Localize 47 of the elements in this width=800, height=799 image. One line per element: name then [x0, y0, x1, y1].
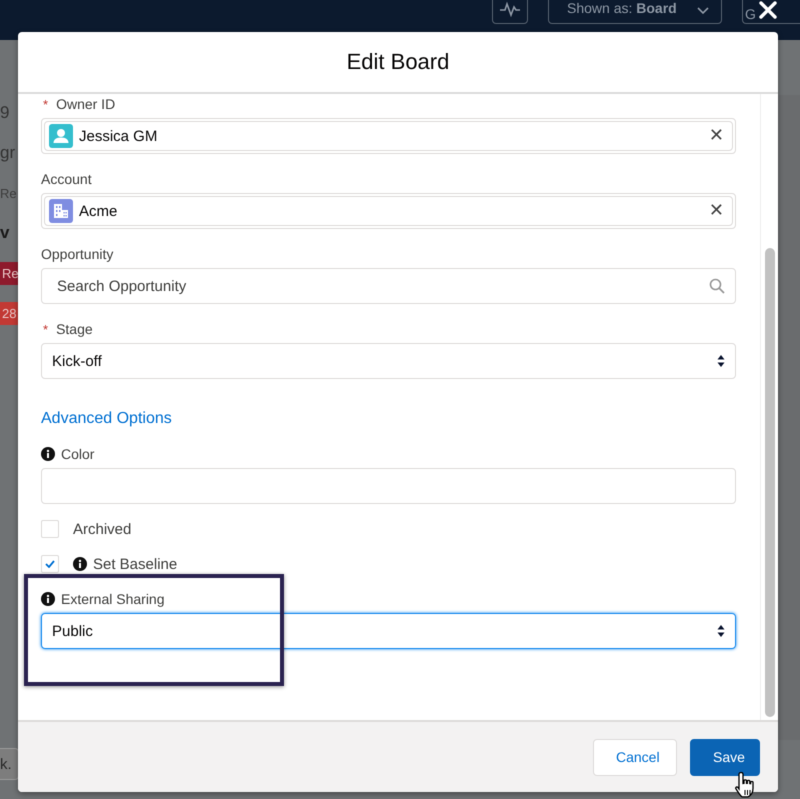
- field-label: Opportunity: [41, 246, 114, 262]
- selected-record: Acme: [79, 202, 118, 220]
- info-icon[interactable]: [41, 447, 55, 461]
- color-field[interactable]: [41, 468, 736, 504]
- building-icon: [49, 199, 73, 223]
- cancel-button[interactable]: Cancel: [593, 738, 677, 776]
- search-icon: [709, 278, 725, 294]
- field-label: Account: [41, 171, 92, 187]
- clear-button[interactable]: ✕: [706, 201, 726, 221]
- board-text: gr: [0, 142, 16, 164]
- select-field[interactable]: Kick-off: [41, 343, 736, 379]
- clear-button[interactable]: ✕: [706, 126, 726, 146]
- field-label: Owner ID: [56, 96, 116, 112]
- checkbox[interactable]: [41, 520, 59, 538]
- card-title: v: [0, 222, 10, 244]
- checkbox[interactable]: [41, 555, 59, 573]
- required-asterisk: *: [43, 96, 48, 112]
- chevron-down-icon: [697, 7, 709, 15]
- checkbox-label: Archived: [73, 520, 132, 538]
- field-label: Stage: [56, 321, 93, 337]
- sort-arrows-icon: [717, 624, 725, 638]
- group-button[interactable]: G: [742, 0, 800, 24]
- checkbox-label: Set Baseline: [93, 556, 178, 572]
- status-badge: 28: [0, 302, 20, 324]
- close-icon[interactable]: [758, 0, 778, 20]
- save-button[interactable]: Save: [690, 738, 760, 776]
- lookup-field[interactable]: Acme ✕: [41, 193, 736, 229]
- sort-arrows-icon: [717, 354, 725, 368]
- field-label: Color: [61, 446, 94, 462]
- scrollbar-thumb[interactable]: [764, 248, 774, 717]
- modal-title: Edit Board: [346, 49, 450, 75]
- search-field[interactable]: Search Opportunity: [41, 268, 736, 304]
- activity-button[interactable]: [492, 0, 528, 24]
- board-label: Re: [0, 184, 18, 202]
- info-icon[interactable]: [73, 557, 87, 571]
- lookup-field[interactable]: Jessica GM ✕: [41, 118, 736, 154]
- pulse-icon: [499, 1, 521, 17]
- board-text: 9: [0, 102, 10, 124]
- selected-record: Jessica GM: [79, 128, 158, 144]
- info-icon[interactable]: [41, 592, 55, 606]
- checkmark-icon: [45, 560, 55, 568]
- required-asterisk: *: [43, 322, 48, 336]
- select-field[interactable]: Public: [41, 613, 736, 649]
- advanced-options-link[interactable]: Advanced Options: [41, 410, 172, 428]
- user-icon: [49, 124, 73, 148]
- view-dropdown[interactable]: Shown as: Board: [548, 0, 722, 24]
- field-label: External Sharing: [61, 591, 165, 607]
